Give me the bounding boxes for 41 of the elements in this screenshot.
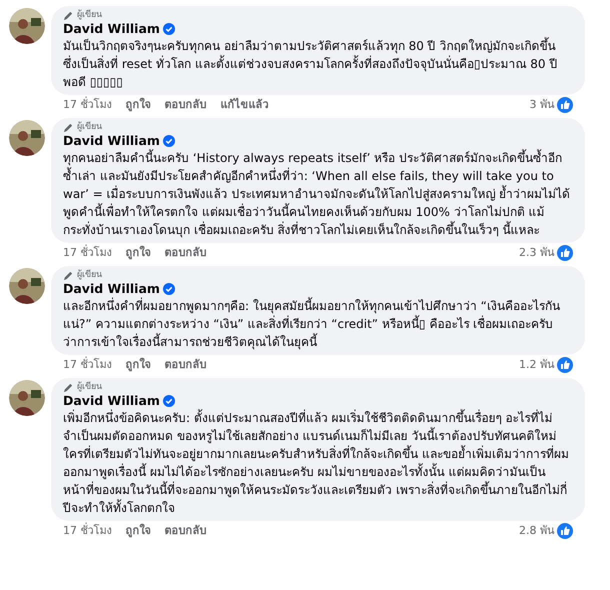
comment-action[interactable]: ตอบกลับ (164, 522, 206, 540)
comment-time[interactable]: 17 ชั่วโมง (63, 244, 112, 262)
comment-action[interactable]: ตอบกลับ (164, 96, 206, 114)
avatar[interactable] (9, 120, 45, 156)
author-label: ผู้เขียน (77, 381, 102, 393)
comment-text: เพิ่มอีกหนึ่งข้อคิดนะครับ: ตั้งแต่ประมาณสองปีที่แล้ว ผมเริ่มใช้ชีวิตติดดินมากขึ้นเรื่อยๆ อะไรที่ไม่จำเป็นผมตัดออกหมด ของหรูไม่ใช้เลยสักอย่าง แบรนด์เนมก็ไม่มีเลย วันนี้เราต้องปรับทัศนคติใหม่ ใครที่เตรียมตัวไม่ทันจะอยู่ยากมากเลยนะครับสำหรับสิ่งที่ใกล้จะเกิดขึ้น และขอย้ำเพิ่มเติมว่าการที่ผมออกมาพูดเรื่องนี้ ผมไม่ได้อะไรซักอย่างเลยนะครับ ผมไม่ขายของอะไรทั้งนั้น แต่ผมคิดว่ามันเป็นหน้าที่ของผมในวันนี้ที่จะออกมาพูดให้คนระมัดระวังและเตรียมตัว เพราะสิ่งที่จะเกิดขึ้นภายในอีกไม่กี่ปีจะทำให้ทั้งโลกตกใจ (63, 409, 570, 517)
pencil-icon (63, 270, 74, 280)
comment-time[interactable]: 17 ชั่วโมง (63, 356, 112, 374)
avatar[interactable] (9, 268, 45, 304)
commenter-name[interactable]: David William (63, 21, 160, 37)
like-icon (557, 245, 573, 261)
commenter-name[interactable]: David William (63, 393, 160, 409)
reaction-count[interactable]: 2.3 พัน (519, 244, 555, 262)
author-label: ผู้เขียน (77, 9, 102, 21)
comment-text: ทุกคนอย่าลืมคำนี้นะครับ ‘History always repeats itself’ หรือ ประวัติศาสตร์มักจะเกิดขึ้นซ้ำอีกซ้ำเล่า และมันยังมีประโยคสำคัญอีกคำหนึ่งที่ว่า: ‘When all else fails, they will take you to war’ = เมื่อระบบการเงินพังแล้ว ประเทศมหาอำนาจมักจะดันให้โลกไปสู่สงครามใหญ่ ย้ำว่าผมไม่ได้พูดคำนี้เพื่อทำให้ใครตกใจ แต่ผมเชื่อว่าวันนี้คนไทยคงเห็นด้วยกับผม 100% ว่าโลกไม่ปกติ แม้กระทั่งบ้านเราเองโดนบุก เชื่อผมเถอะครับ สิ่งที่ชาวโลกไม่เคยเห็นใกล้จะเกิดขึ้นในเร็วๆ นี้แหละ (63, 149, 572, 239)
comment-text: และอีกหนึ่งคำที่ผมอยากพูดมากๆคือ: ในยุคสมัยนี้ผมอยากให้ทุกคนเข้าไปศึกษาว่า “เงินคืออะไรกันแน่?” ความแตกต่างระหว่าง “เงิน” และสิ่งที่เรียกว่า “credit” หรือหนี้▯ คืออะไร เชื่อผมเถอะครับว่าการเข้าใจเรื่องนี้สามารถช่วยชีวิตคุณได้ในยุคนี้ (63, 297, 561, 351)
author-label: ผู้เขียน (77, 269, 102, 281)
avatar[interactable] (9, 380, 45, 416)
comment-action[interactable]: ตอบกลับ (164, 356, 206, 374)
comment-action[interactable]: ถูกใจ (126, 244, 150, 262)
comment-action[interactable]: ถูกใจ (126, 522, 150, 540)
comment-action[interactable]: ถูกใจ (126, 96, 150, 114)
comment-time[interactable]: 17 ชั่วโมง (63, 96, 112, 114)
reaction-count[interactable]: 3 พัน (530, 96, 555, 114)
pencil-icon (63, 10, 74, 20)
pencil-icon (63, 122, 74, 132)
commenter-name[interactable]: David William (63, 133, 160, 149)
like-icon (557, 523, 573, 539)
like-icon (557, 357, 573, 373)
pencil-icon (63, 382, 74, 392)
comment-text: มันเป็นวิกฤตจริงๆนะครับทุกคน อย่าลืมว่าตามประวัติศาสตร์แล้วทุก 80 ปี วิกฤตใหญ่มักจะเกิดขึ้น ซึ่งเป็นสิ่งที่ reset ทั่วโลก และตั้งแต่ช่วงจบสงครามโลกครั้งที่สองถึงปัจจุบันนั่นคือ▯ประมาณ 80 ปีพอดี ▯▯▯▯▯ (63, 37, 558, 91)
comment-time[interactable]: 17 ชั่วโมง (63, 522, 112, 540)
reaction-count[interactable]: 1.2 พัน (519, 356, 555, 374)
author-label: ผู้เขียน (77, 121, 102, 133)
commenter-name[interactable]: David William (63, 281, 160, 297)
avatar[interactable] (9, 8, 45, 44)
comment-action[interactable]: ตอบกลับ (164, 244, 206, 262)
comment-action[interactable]: ถูกใจ (126, 356, 150, 374)
reaction-count[interactable]: 2.8 พัน (519, 522, 555, 540)
comment-action[interactable]: แก้ไขแล้ว (220, 96, 268, 114)
like-icon (557, 97, 573, 113)
